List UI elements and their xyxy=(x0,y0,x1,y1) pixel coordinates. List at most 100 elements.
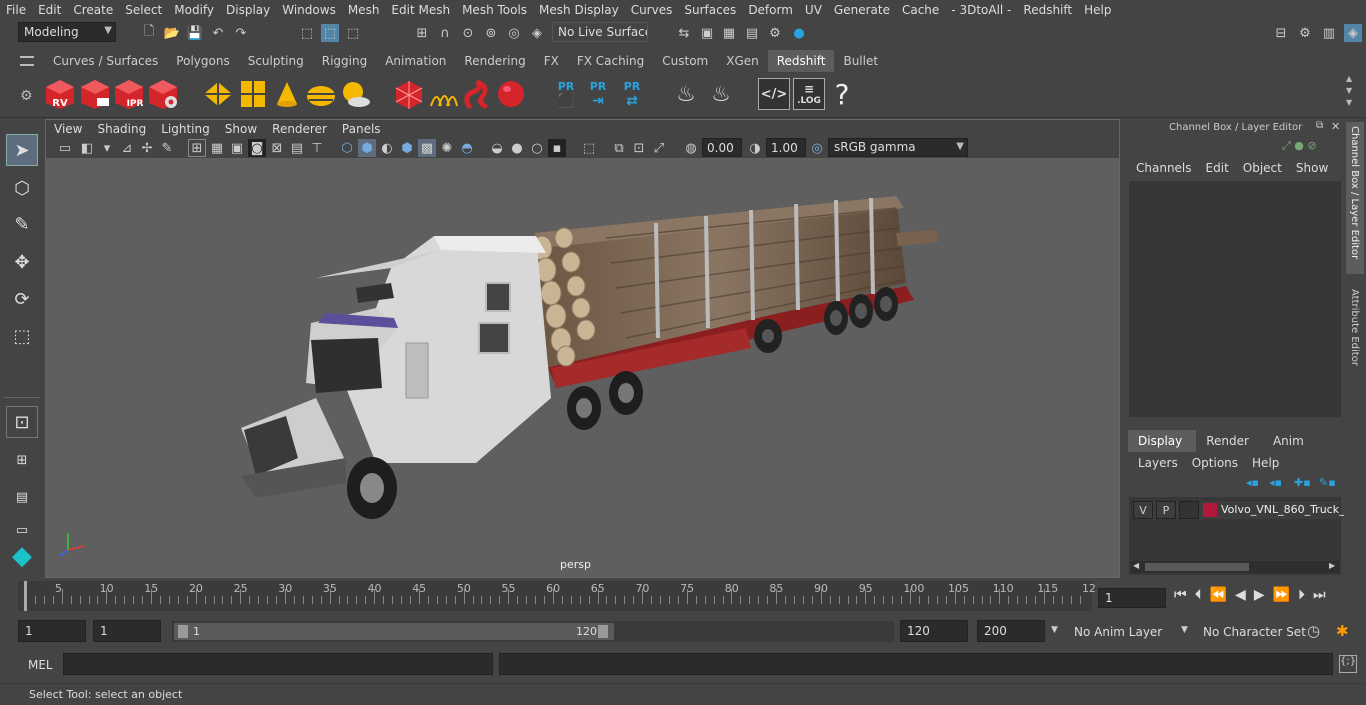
layer-display-type[interactable] xyxy=(1179,501,1199,519)
save-scene-icon[interactable]: 💾 xyxy=(186,24,204,42)
move-layer-down-icon[interactable]: ✎▪ xyxy=(1319,476,1336,489)
move-layer-up-icon[interactable]: ✚▪ xyxy=(1294,476,1311,489)
channel-menu-channels[interactable]: Channels xyxy=(1136,161,1192,175)
character-set-chevron-icon[interactable]: ▼ xyxy=(1181,625,1188,635)
render-settings-icon[interactable]: ⚙ xyxy=(766,24,784,42)
color-space-select[interactable]: sRGB gamma ▼ xyxy=(828,138,968,157)
end-time-field[interactable]: 200 xyxy=(977,620,1045,642)
four-view-icon[interactable]: ⊞ xyxy=(6,444,38,476)
wireframe-on-shaded-icon[interactable]: ◐ xyxy=(378,139,396,157)
shelf-tab-rigging[interactable]: Rigging xyxy=(313,50,376,72)
pr-export-icon[interactable]: PR ⬛ xyxy=(550,78,582,110)
play-backwards-icon[interactable]: ◀ xyxy=(1235,587,1246,603)
select-tool-icon[interactable]: ➤ xyxy=(6,134,38,166)
shelf-tab-rendering[interactable]: Rendering xyxy=(455,50,534,72)
hypershade-icon[interactable]: ● xyxy=(790,24,808,42)
camera-select-icon[interactable]: ▭ xyxy=(56,139,74,157)
move-tool-icon[interactable]: ✥ xyxy=(6,246,38,278)
open-scene-icon[interactable]: 📂 xyxy=(163,24,181,42)
menu-mesh-tools[interactable]: Mesh Tools xyxy=(456,3,533,17)
range-slider-bar[interactable] xyxy=(174,623,614,640)
undo-icon[interactable]: ↶ xyxy=(209,24,227,42)
redshift-render-view-icon[interactable]: RV xyxy=(44,78,76,110)
layout-icon[interactable]: ▥ xyxy=(1320,24,1338,42)
layer-scrollbar[interactable]: ◀ ▶ xyxy=(1131,561,1339,573)
workspace-icon[interactable]: ⊟ xyxy=(1272,24,1290,42)
menu-mesh[interactable]: Mesh xyxy=(342,3,386,17)
menu-deform[interactable]: Deform xyxy=(742,3,799,17)
range-handle-start[interactable] xyxy=(178,625,188,638)
step-back-icon[interactable]: ⏴ xyxy=(1195,587,1202,603)
current-frame-field[interactable]: 1 xyxy=(1098,588,1166,608)
screen-space-ao-icon[interactable]: ◒ xyxy=(488,139,506,157)
redshift-area-light-icon[interactable] xyxy=(237,78,269,110)
new-layer-selected-icon[interactable]: ◂▪ xyxy=(1269,476,1282,489)
menu-mesh-display[interactable]: Mesh Display xyxy=(533,3,625,17)
pr-sync-icon[interactable]: PR ⇄ xyxy=(616,78,648,110)
menu-help[interactable]: Help xyxy=(1078,3,1117,17)
default-material-icon[interactable]: ⬢ xyxy=(398,139,416,157)
shelf-tab-fx-caching[interactable]: FX Caching xyxy=(568,50,653,72)
field-chart-icon[interactable]: ⊠ xyxy=(268,139,286,157)
live-surface-field[interactable]: No Live Surface xyxy=(552,22,648,42)
shelf-scroll-down-icon[interactable]: ▼ xyxy=(1346,86,1352,95)
snap-grid-icon[interactable]: ⊞ xyxy=(413,24,431,42)
select-object-icon[interactable]: ⬚ xyxy=(321,24,339,42)
redshift-volume-icon[interactable] xyxy=(461,78,493,110)
menu-curves[interactable]: Curves xyxy=(625,3,679,17)
menu-3dtoall[interactable]: - 3DtoAll - xyxy=(945,3,1017,17)
scale-tool-icon[interactable]: ⬚ xyxy=(6,320,38,352)
new-layer-icon[interactable]: ◂▪ xyxy=(1246,476,1259,489)
exposure-field[interactable]: 0.00 xyxy=(702,138,742,157)
panel-menu-lighting[interactable]: Lighting xyxy=(153,120,217,138)
film-gate-icon[interactable]: ▦ xyxy=(208,139,226,157)
redshift-settings-icon[interactable] xyxy=(147,78,179,110)
playback-start-field[interactable]: 1 xyxy=(93,620,161,642)
single-view-icon[interactable]: ⊡ xyxy=(6,406,38,438)
range-slider[interactable]: 1 120 xyxy=(172,621,894,642)
xray-icon[interactable]: ⧉ xyxy=(610,139,628,157)
shelf-tab-custom[interactable]: Custom xyxy=(653,50,717,72)
redshift-light-icon[interactable] xyxy=(202,78,234,110)
xray-components-icon[interactable]: ⤢ xyxy=(650,139,668,157)
menu-generate[interactable]: Generate xyxy=(828,3,896,17)
depth-of-field-icon[interactable]: ▪ xyxy=(548,139,566,157)
shelf-menu-icon[interactable] xyxy=(20,56,34,66)
scroll-thumb[interactable] xyxy=(1145,563,1249,571)
redshift-dome-light-icon[interactable] xyxy=(305,78,337,110)
help-icon[interactable]: ? xyxy=(826,78,858,111)
side-tab-attribute-editor[interactable]: Attribute Editor xyxy=(1346,285,1364,377)
character-set-label[interactable]: No Character Set xyxy=(1203,625,1306,639)
menu-display[interactable]: Display xyxy=(220,3,276,17)
menu-cache[interactable]: Cache xyxy=(896,3,945,17)
side-tab-channel-box[interactable]: Channel Box / Layer Editor xyxy=(1346,122,1364,274)
menu-select[interactable]: Select xyxy=(119,3,168,17)
snap-surface-icon[interactable]: ◎ xyxy=(505,24,523,42)
two-d-pan-icon[interactable]: ✢ xyxy=(138,139,156,157)
grid-toggle-icon[interactable]: ⊞ xyxy=(188,139,206,157)
menu-surfaces[interactable]: Surfaces xyxy=(678,3,742,17)
play-forwards-icon[interactable]: ▶ xyxy=(1254,587,1265,603)
input-output-icon[interactable]: ⇆ xyxy=(675,24,693,42)
scroll-left-icon[interactable]: ◀ xyxy=(1133,561,1139,570)
redshift-hair-icon[interactable] xyxy=(427,78,459,110)
snap-point-icon[interactable]: ⊙ xyxy=(459,24,477,42)
panel-menu-shading[interactable]: Shading xyxy=(89,120,153,138)
panel-menu-panels[interactable]: Panels xyxy=(334,120,388,138)
step-forward-icon[interactable]: ⏵ xyxy=(1298,587,1305,603)
pr-import-icon[interactable]: PR ⇥ xyxy=(582,78,614,110)
shelf-tab-bullet[interactable]: Bullet xyxy=(834,50,887,72)
menu-modify[interactable]: Modify xyxy=(168,3,220,17)
outliner-layout-icon[interactable]: ▤ xyxy=(6,481,38,513)
select-hierarchy-icon[interactable]: ⬚ xyxy=(298,24,316,42)
redshift-batch-icon[interactable] xyxy=(79,78,111,110)
layer-menu-options[interactable]: Options xyxy=(1192,456,1238,470)
lasso-tool-icon[interactable]: ⬡ xyxy=(6,172,38,204)
layer-name[interactable]: Volvo_VNL_860_Truck_ xyxy=(1221,503,1345,516)
step-forward-key-icon[interactable]: ⏩ xyxy=(1273,587,1290,603)
new-scene-icon[interactable]: 🗋 xyxy=(140,24,158,42)
gamma-field[interactable]: 1.00 xyxy=(766,138,806,157)
camera-attributes-icon[interactable]: ◧ xyxy=(78,139,96,157)
shelf-tab-polygons[interactable]: Polygons xyxy=(167,50,238,72)
auto-key-icon[interactable]: ◷ xyxy=(1307,622,1320,640)
